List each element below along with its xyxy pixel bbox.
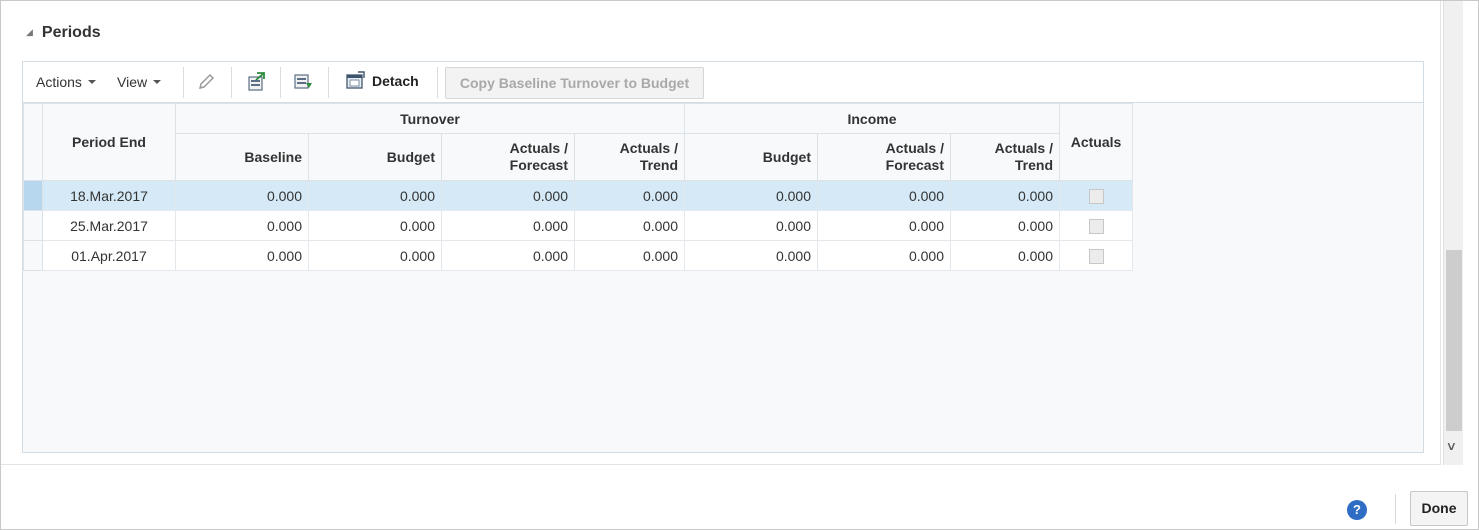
col-header-income-actuals-forecast[interactable]: Actuals / Forecast [817,133,951,181]
vertical-scrollbar[interactable]: ∨ [1443,1,1463,465]
cell-turnover-budget: 0.000 [308,180,442,211]
periods-table: Period End Turnover Income Actuals Basel… [23,103,1133,271]
cell-income-budget: 0.000 [684,180,818,211]
scroll-down-chevron-icon[interactable]: ∨ [1446,439,1457,453]
table-toolbar: Actions View Detach Copy Baseline Turnov… [23,62,1423,103]
cell-period-end: 01.Apr.2017 [42,240,176,271]
cell-turnover-forecast: 0.000 [441,180,575,211]
detach-button[interactable]: Detach [345,71,419,91]
cell-income-budget: 0.000 [684,240,818,271]
cell-turnover-trend: 0.000 [574,210,685,241]
pencil-icon[interactable] [196,72,216,92]
actuals-checkbox[interactable] [1088,188,1104,204]
cell-turnover-forecast: 0.000 [441,210,575,241]
toolbar-divider [231,67,232,98]
cell-turnover-trend: 0.000 [574,240,685,271]
cell-turnover-trend: 0.000 [574,180,685,211]
cell-turnover-baseline: 0.000 [175,180,309,211]
detach-label: Detach [372,73,419,89]
cell-period-end: 18.Mar.2017 [42,180,176,211]
header-line: Actuals / [994,140,1053,156]
cell-income-trend: 0.000 [950,210,1060,241]
detach-icon [346,71,365,89]
export-icon[interactable] [246,72,266,92]
view-menu[interactable]: View [117,74,162,90]
actuals-checkbox[interactable] [1088,248,1104,264]
header-line: Forecast [509,157,568,173]
header-line: Actuals / [885,140,944,156]
cell-period-end: 25.Mar.2017 [42,210,176,241]
cell-turnover-baseline: 0.000 [175,210,309,241]
toolbar-divider [280,67,281,98]
col-header-turnover-actuals-forecast[interactable]: Actuals / Forecast [441,133,575,181]
cell-turnover-budget: 0.000 [308,240,442,271]
cell-income-forecast: 0.000 [817,240,951,271]
section-title: Periods [41,24,101,41]
col-header-income-budget[interactable]: Budget [684,133,818,181]
toolbar-divider [437,67,438,98]
import-icon[interactable] [293,72,313,92]
toolbar-divider [183,67,184,98]
header-line: Forecast [885,157,944,173]
footer-divider [1395,494,1396,524]
cell-actuals [1059,210,1133,241]
actions-menu[interactable]: Actions [36,74,96,90]
table-row[interactable]: 01.Apr.2017 0.000 0.000 0.000 0.000 0.00… [23,240,1133,271]
table-row[interactable]: 25.Mar.2017 0.000 0.000 0.000 0.000 0.00… [23,210,1133,241]
header-line: Trend [1014,157,1053,173]
col-header-turnover-budget[interactable]: Budget [308,133,442,181]
row-selector[interactable] [23,180,43,211]
cell-income-budget: 0.000 [684,210,818,241]
col-header-period-end[interactable]: Period End [42,103,176,181]
row-selector[interactable] [23,240,43,271]
copy-baseline-turnover-button[interactable]: Copy Baseline Turnover to Budget [445,67,704,99]
cell-income-forecast: 0.000 [817,210,951,241]
col-header-turnover-baseline[interactable]: Baseline [175,133,309,181]
col-group-income: Income [684,103,1060,134]
header-line: Actuals / [619,140,678,156]
col-header-income-actuals-trend[interactable]: Actuals / Trend [950,133,1060,181]
done-button[interactable]: Done [1410,491,1468,526]
scrollbar-thumb[interactable] [1446,250,1462,431]
cell-actuals [1059,180,1133,211]
view-menu-label: View [117,74,148,90]
view-caret-icon [153,80,162,84]
header-line: Trend [639,157,678,173]
collapse-triangle-icon[interactable]: ◢ [26,28,33,38]
col-group-turnover: Turnover [175,103,685,134]
cell-turnover-baseline: 0.000 [175,240,309,271]
actions-caret-icon [87,80,96,84]
help-icon[interactable]: ? [1347,500,1367,520]
cell-income-trend: 0.000 [950,240,1060,271]
row-selector[interactable] [23,210,43,241]
toolbar-divider [328,67,329,98]
cell-income-trend: 0.000 [950,180,1060,211]
col-header-turnover-actuals-trend[interactable]: Actuals / Trend [574,133,685,181]
cell-actuals [1059,240,1133,271]
actions-menu-label: Actions [36,74,82,90]
col-header-actuals[interactable]: Actuals [1059,103,1133,181]
periods-table-panel: Actions View Detach Copy Baseline Turnov… [22,61,1424,453]
cell-turnover-forecast: 0.000 [441,240,575,271]
periods-section-header[interactable]: ◢ Periods [26,21,101,45]
header-line: Actuals / [509,140,568,156]
row-header-corner [23,103,43,181]
cell-turnover-budget: 0.000 [308,210,442,241]
actuals-checkbox[interactable] [1088,218,1104,234]
periods-region: ◢ Periods Actions View Detach Copy Basel… [1,1,1441,465]
cell-income-forecast: 0.000 [817,180,951,211]
table-row[interactable]: 18.Mar.2017 0.000 0.000 0.000 0.000 0.00… [23,180,1133,211]
